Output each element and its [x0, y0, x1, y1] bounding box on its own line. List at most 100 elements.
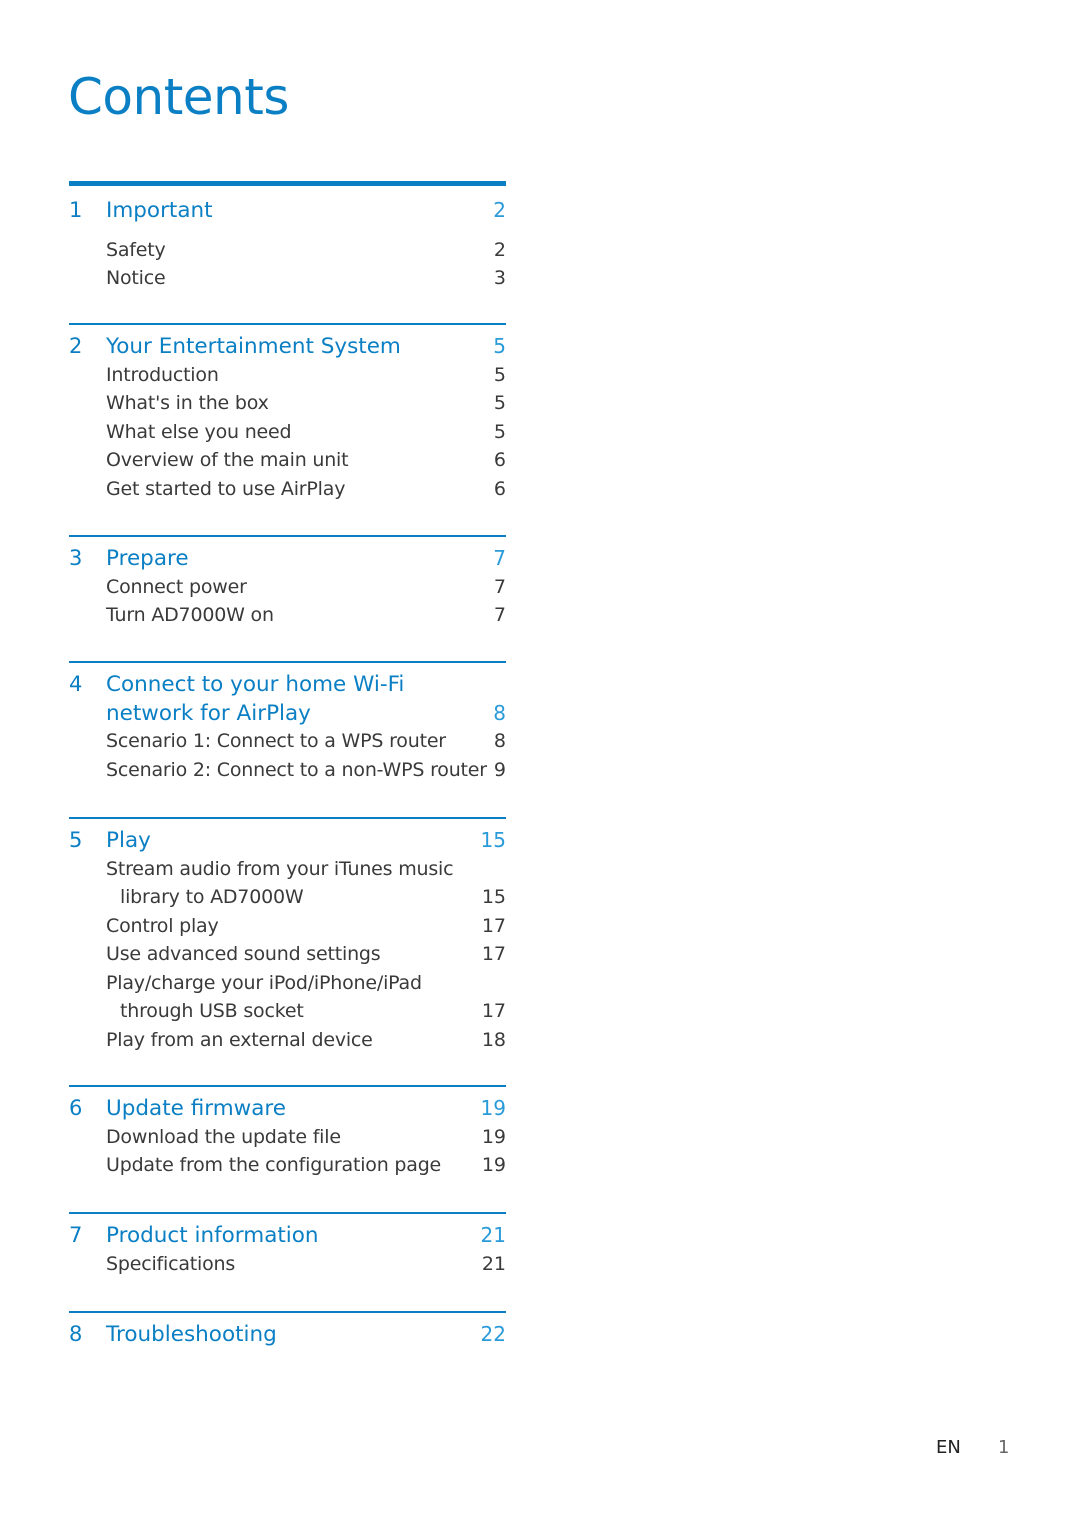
toc-entry[interactable]: Specifications 21: [69, 1250, 506, 1279]
entry-title[interactable]: Play from an external device: [69, 1026, 482, 1055]
chapter-number: 7: [69, 1223, 83, 1247]
entry-title[interactable]: Get started to use AirPlay: [69, 475, 494, 504]
chapter-page-number: 22: [480, 1322, 506, 1346]
toc-entry[interactable]: library to AD7000W 15: [69, 883, 506, 912]
entry-title[interactable]: through USB socket: [69, 997, 482, 1026]
toc-chapter-heading[interactable]: 8 Troubleshooting 22: [69, 1320, 506, 1349]
entry-page-number: 3: [493, 267, 506, 289]
chapter-page-number: 21: [480, 1223, 506, 1247]
toc-chapter-heading[interactable]: 2 Your Entertainment System 5: [69, 332, 506, 361]
chapter-number: 8: [69, 1322, 83, 1346]
toc-entry[interactable]: Notice 3: [69, 264, 506, 293]
toc-chapter-heading[interactable]: 7 Product information 21: [69, 1221, 506, 1250]
entry-page-number: 6: [493, 449, 506, 471]
entry-page-number: 8: [493, 730, 506, 752]
chapter-title[interactable]: Important: [106, 197, 493, 226]
toc-entry[interactable]: Use advanced sound settings 17: [69, 940, 506, 969]
entry-title[interactable]: Use advanced sound settings: [69, 940, 482, 969]
toc-section: 5 Play 15 Stream audio from your iTunes mus…: [69, 817, 506, 1054]
chapter-title[interactable]: Connect to your home Wi-Fi: [106, 671, 506, 700]
toc-entry[interactable]: Play from an external device 18: [69, 1026, 506, 1055]
entry-title[interactable]: Scenario 2: Connect to a non-WPS router: [69, 756, 494, 785]
toc-entry[interactable]: through USB socket 17: [69, 997, 506, 1026]
entry-title[interactable]: Overview of the main unit: [69, 446, 494, 475]
footer-language: EN: [936, 1437, 961, 1458]
entry-title[interactable]: Control play: [69, 912, 482, 941]
toc-section: 6 Update firmware 19 Download the update fi…: [69, 1085, 506, 1180]
chapter-title[interactable]: Your Entertainment System: [106, 333, 493, 362]
toc-entry[interactable]: Scenario 2: Connect to a non-WPS router 9: [69, 756, 506, 785]
toc-chapter-heading[interactable]: 6 Update firmware 19: [69, 1094, 506, 1123]
entry-page-number: 19: [481, 1154, 506, 1176]
entry-page-number: 18: [481, 1028, 506, 1051]
chapter-number: 4: [69, 672, 83, 696]
toc-chapter-heading[interactable]: network for AirPlay 8: [69, 699, 506, 728]
entry-page-number: 17: [481, 914, 506, 937]
chapter-page-number: 5: [493, 334, 506, 358]
chapter-page-number: 15: [480, 828, 506, 852]
toc-section: 1 Important 2 Safety 2 Notice 3: [69, 181, 506, 293]
toc-entry[interactable]: Update from the configuration page 19: [69, 1151, 506, 1180]
chapter-number: 6: [69, 1096, 83, 1120]
entry-title[interactable]: Update from the configuration page: [69, 1151, 482, 1180]
chapter-title[interactable]: Prepare: [106, 545, 493, 574]
entry-title[interactable]: Specifications: [69, 1250, 482, 1279]
toc-chapter-heading[interactable]: 1 Important 2: [69, 196, 506, 225]
entry-title[interactable]: Download the update file: [69, 1123, 482, 1152]
toc-entry[interactable]: What else you need 5: [69, 418, 506, 447]
toc-section: 7 Product information 21 Specifications 21: [69, 1212, 506, 1278]
toc-section: 4 Connect to your home Wi-Fi network for A…: [69, 661, 506, 784]
entry-page-number: 21: [481, 1252, 506, 1275]
toc-chapter-heading[interactable]: 3 Prepare 7: [69, 544, 506, 573]
entry-title[interactable]: Introduction: [69, 361, 494, 390]
entry-title[interactable]: Scenario 1: Connect to a WPS router: [69, 727, 494, 756]
entry-title[interactable]: Notice: [69, 264, 494, 293]
toc-section: 2 Your Entertainment System 5 Introduction 5…: [69, 323, 506, 503]
toc-entry[interactable]: Download the update file 19: [69, 1123, 506, 1152]
chapter-page-number: 8: [493, 700, 506, 725]
toc-entry[interactable]: Get started to use AirPlay 6: [69, 475, 506, 504]
toc-chapter-heading[interactable]: 5 Play 15: [69, 826, 506, 855]
toc-entry[interactable]: Play/charge your iPod/iPhone/iPad: [69, 969, 506, 998]
chapter-page-number: 7: [493, 546, 506, 570]
entry-title[interactable]: Turn AD7000W on: [69, 601, 494, 630]
entry-title[interactable]: Safety: [69, 236, 494, 265]
toc-chapter-heading[interactable]: 4 Connect to your home Wi-Fi: [69, 670, 506, 699]
chapter-number: 1: [69, 198, 83, 222]
toc-entry[interactable]: Safety 2: [69, 236, 506, 265]
entry-page-number: 9: [493, 758, 506, 781]
toc-entry[interactable]: Scenario 1: Connect to a WPS router 8: [69, 727, 506, 756]
chapter-number: 3: [69, 546, 83, 570]
footer-page-number: 1: [998, 1437, 1010, 1458]
toc-entry[interactable]: Overview of the main unit 6: [69, 446, 506, 475]
entry-page-number: 7: [493, 575, 506, 598]
chapter-title[interactable]: Play: [106, 827, 481, 856]
toc-entry[interactable]: What's in the box 5: [69, 389, 506, 418]
chapter-title[interactable]: Update firmware: [106, 1095, 481, 1124]
entry-title[interactable]: library to AD7000W: [69, 883, 482, 912]
chapter-number: 5: [69, 828, 83, 852]
entry-title[interactable]: What's in the box: [69, 389, 494, 418]
toc-entry[interactable]: Connect power 7: [69, 573, 506, 602]
entry-page-number: 5: [493, 363, 506, 386]
entry-title[interactable]: What else you need: [69, 418, 494, 447]
entry-page-number: 6: [493, 477, 506, 500]
entry-page-number: 5: [493, 420, 506, 443]
toc-section: 3 Prepare 7 Connect power 7 Turn AD7000W on 7: [69, 535, 506, 630]
chapter-title[interactable]: network for AirPlay: [106, 700, 493, 729]
entry-title[interactable]: Connect power: [69, 573, 494, 602]
toc-entry[interactable]: Introduction 5: [69, 361, 506, 390]
entry-title[interactable]: Play/charge your iPod/iPhone/iPad: [69, 969, 506, 998]
entry-page-number: 5: [493, 392, 506, 414]
entry-title[interactable]: Stream audio from your iTunes music: [69, 855, 506, 884]
chapter-title[interactable]: Troubleshooting: [106, 1321, 481, 1350]
toc-entry[interactable]: Stream audio from your iTunes music: [69, 855, 506, 884]
page-title: Contents: [68, 68, 289, 126]
chapter-number: 2: [69, 334, 83, 358]
entry-page-number: 19: [481, 1125, 506, 1148]
toc-entry[interactable]: Turn AD7000W on 7: [69, 601, 506, 630]
toc-section: 8 Troubleshooting 22: [69, 1311, 506, 1349]
chapter-title[interactable]: Product information: [106, 1222, 481, 1251]
entry-page-number: 15: [481, 886, 506, 908]
toc-entry[interactable]: Control play 17: [69, 912, 506, 941]
